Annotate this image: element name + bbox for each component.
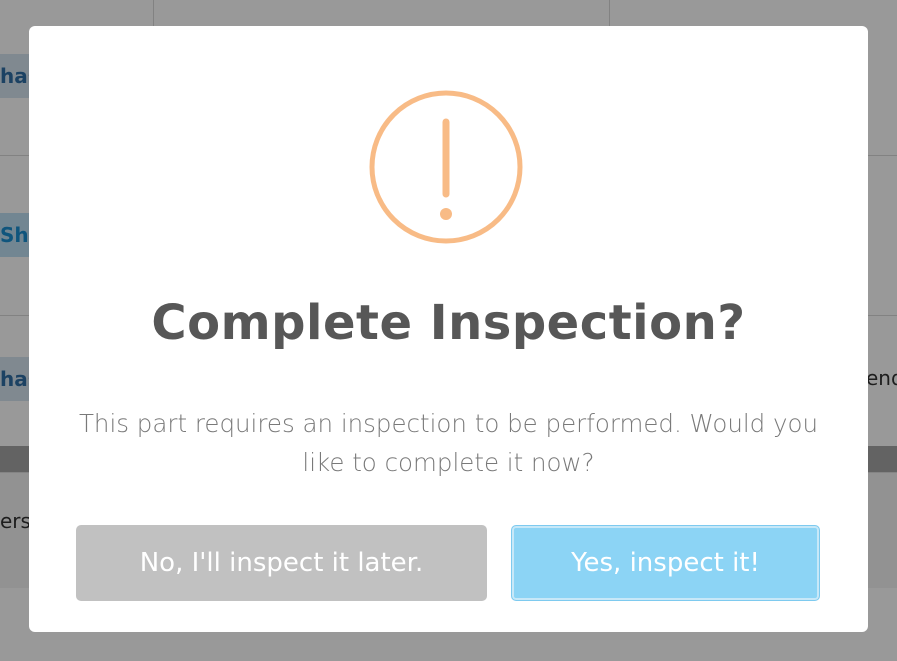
confirm-dialog: Complete Inspection? This part requires …	[29, 26, 868, 632]
cancel-button[interactable]: No, I'll inspect it later.	[76, 525, 487, 601]
dialog-title: Complete Inspection?	[151, 295, 746, 351]
dialog-message: This part requires an inspection to be p…	[78, 409, 819, 477]
exclamation-circle-icon	[369, 90, 523, 244]
confirm-button[interactable]: Yes, inspect it!	[511, 525, 820, 601]
